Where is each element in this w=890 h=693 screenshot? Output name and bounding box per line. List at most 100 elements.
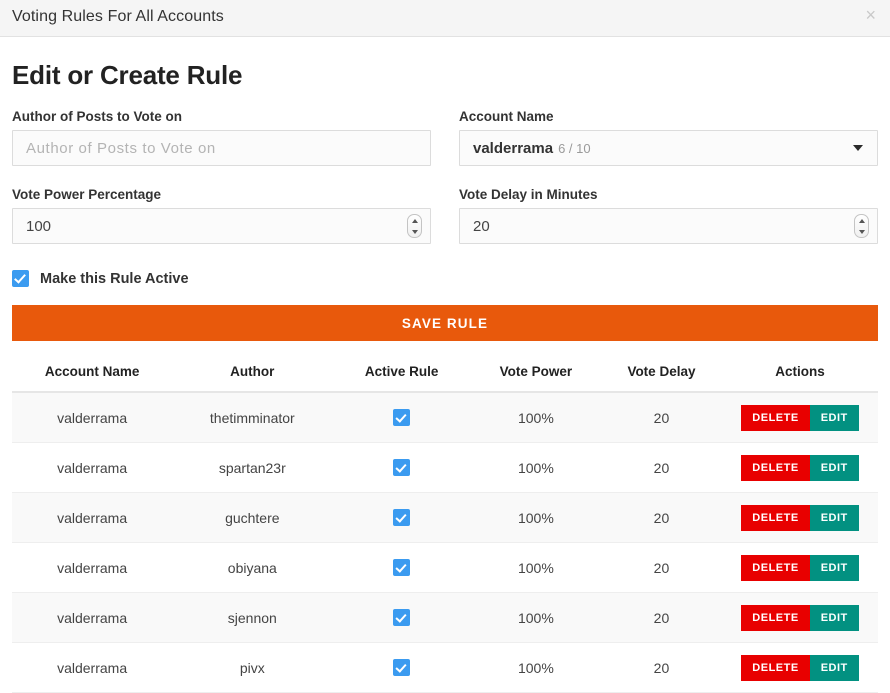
edit-rule-button[interactable]: EDIT (809, 504, 859, 531)
column-header-account-name: Account Name (12, 356, 173, 393)
column-header-author: Author (172, 356, 333, 393)
delete-rule-button[interactable]: DELETE (741, 504, 810, 531)
cell-active-rule (332, 542, 471, 593)
cell-author: guchtere (172, 492, 333, 543)
cell-vote-power: 100% (470, 542, 601, 593)
spinner-up-icon[interactable] (411, 218, 418, 223)
cell-active-rule (332, 642, 471, 693)
row-action-group: DELETE EDIT (741, 604, 859, 631)
spinner-down-icon[interactable] (411, 229, 418, 234)
delete-rule-button[interactable]: DELETE (741, 604, 810, 631)
cell-vote-delay: 20 (600, 542, 723, 593)
cell-actions: DELETE EDIT (722, 592, 878, 643)
column-header-vote-power: Vote Power (470, 356, 601, 393)
chevron-down-icon[interactable] (853, 145, 863, 151)
cell-active-rule (332, 392, 471, 443)
edit-rule-button[interactable]: EDIT (809, 454, 859, 481)
make-rule-active-row: Make this Rule Active (12, 270, 878, 287)
active-rule-checkbox[interactable] (393, 509, 411, 527)
spinner-up-icon[interactable] (858, 218, 865, 223)
modal-body: Edit or Create Rule Author of Posts to V… (0, 60, 890, 693)
cell-account-name: valderrama (12, 542, 173, 593)
edit-rule-button[interactable]: EDIT (809, 554, 859, 581)
edit-rule-button[interactable]: EDIT (809, 654, 859, 681)
delete-rule-button[interactable]: DELETE (741, 454, 810, 481)
cell-vote-power: 100% (470, 442, 601, 493)
row-action-group: DELETE EDIT (741, 504, 859, 531)
rules-table-body: valderrama thetimminator 100% 20 DELETE EDIT v… (12, 392, 878, 693)
cell-vote-delay: 20 (600, 492, 723, 543)
cell-vote-power: 100% (470, 642, 601, 693)
author-input-placeholder: Author of Posts to Vote on (26, 139, 216, 157)
delete-rule-button[interactable]: DELETE (741, 404, 810, 431)
save-rule-button[interactable]: SAVE RULE (12, 305, 878, 341)
cell-vote-delay: 20 (600, 392, 723, 443)
edit-rule-button[interactable]: EDIT (809, 604, 859, 631)
column-header-actions: Actions (722, 356, 878, 393)
cell-actions: DELETE EDIT (722, 642, 878, 693)
rules-table-header-row: Account Name Author Active Rule Vote Pow… (12, 356, 878, 393)
form-column-right: Account Name valderrama 6 / 10 (445, 109, 878, 166)
cell-vote-delay: 20 (600, 442, 723, 493)
active-rule-checkbox[interactable] (393, 459, 411, 477)
table-row: valderrama spartan23r 100% 20 DELETE EDIT (12, 442, 878, 493)
author-input-wrapper[interactable]: Author of Posts to Vote on (12, 130, 431, 166)
cell-author: pivx (172, 642, 333, 693)
cell-actions: DELETE EDIT (722, 492, 878, 543)
row-action-group: DELETE EDIT (741, 404, 859, 431)
row-action-group: DELETE EDIT (741, 554, 859, 581)
close-icon[interactable]: × (865, 6, 876, 24)
form-column-left-row2: Vote Power Percentage 100 (12, 166, 445, 244)
column-header-active-rule: Active Rule (332, 356, 471, 393)
cell-account-name: valderrama (12, 642, 173, 693)
cell-vote-power: 100% (470, 392, 601, 443)
vote-delay-value: 20 (473, 217, 490, 235)
table-row: valderrama thetimminator 100% 20 DELETE EDIT (12, 392, 878, 443)
row-action-group: DELETE EDIT (741, 454, 859, 481)
delete-rule-button[interactable]: DELETE (741, 654, 810, 681)
spinner-down-icon[interactable] (858, 229, 865, 234)
table-row: valderrama obiyana 100% 20 DELETE EDIT (12, 542, 878, 593)
modal-header: Voting Rules For All Accounts × (0, 0, 890, 37)
cell-actions: DELETE EDIT (722, 542, 878, 593)
vote-power-input-wrapper[interactable]: 100 (12, 208, 431, 244)
cell-active-rule (332, 492, 471, 543)
cell-account-name: valderrama (12, 592, 173, 643)
active-rule-checkbox[interactable] (393, 609, 411, 627)
page-title: Edit or Create Rule (12, 60, 243, 90)
form-column-right-row2: Vote Delay in Minutes 20 (445, 166, 878, 244)
delete-rule-button[interactable]: DELETE (741, 554, 810, 581)
table-row: valderrama pivx 100% 20 DELETE EDIT (12, 642, 878, 693)
active-rule-checkbox[interactable] (393, 559, 411, 577)
cell-actions: DELETE EDIT (722, 442, 878, 493)
account-select-label: Account Name (459, 109, 554, 124)
cell-vote-delay: 20 (600, 642, 723, 693)
rules-table-head: Account Name Author Active Rule Vote Pow… (12, 356, 878, 393)
account-name-select[interactable]: valderrama 6 / 10 (459, 130, 878, 166)
active-rule-checkbox[interactable] (393, 409, 411, 427)
cell-active-rule (332, 592, 471, 643)
column-header-vote-delay: Vote Delay (600, 356, 723, 393)
spinner-arrows-icon[interactable] (854, 214, 869, 238)
vote-delay-input-wrapper[interactable]: 20 (459, 208, 878, 244)
make-rule-active-checkbox[interactable] (12, 270, 29, 287)
edit-rule-button[interactable]: EDIT (809, 404, 859, 431)
account-select-counter: 6 / 10 (558, 140, 591, 156)
cell-author: spartan23r (172, 442, 333, 493)
make-rule-active-label: Make this Rule Active (40, 270, 189, 287)
cell-author: obiyana (172, 542, 333, 593)
cell-actions: DELETE EDIT (722, 392, 878, 443)
vote-delay-label: Vote Delay in Minutes (459, 187, 598, 202)
table-row: valderrama guchtere 100% 20 DELETE EDIT (12, 492, 878, 543)
spinner-arrows-icon[interactable] (407, 214, 422, 238)
cell-account-name: valderrama (12, 492, 173, 543)
cell-author: sjennon (172, 592, 333, 643)
cell-vote-power: 100% (470, 492, 601, 543)
cell-vote-delay: 20 (600, 592, 723, 643)
row-action-group: DELETE EDIT (741, 654, 859, 681)
vote-power-label: Vote Power Percentage (12, 187, 162, 202)
cell-author: thetimminator (172, 392, 333, 443)
active-rule-checkbox[interactable] (393, 659, 411, 677)
cell-account-name: valderrama (12, 442, 173, 493)
account-select-value: valderrama 6 / 10 (460, 140, 591, 157)
